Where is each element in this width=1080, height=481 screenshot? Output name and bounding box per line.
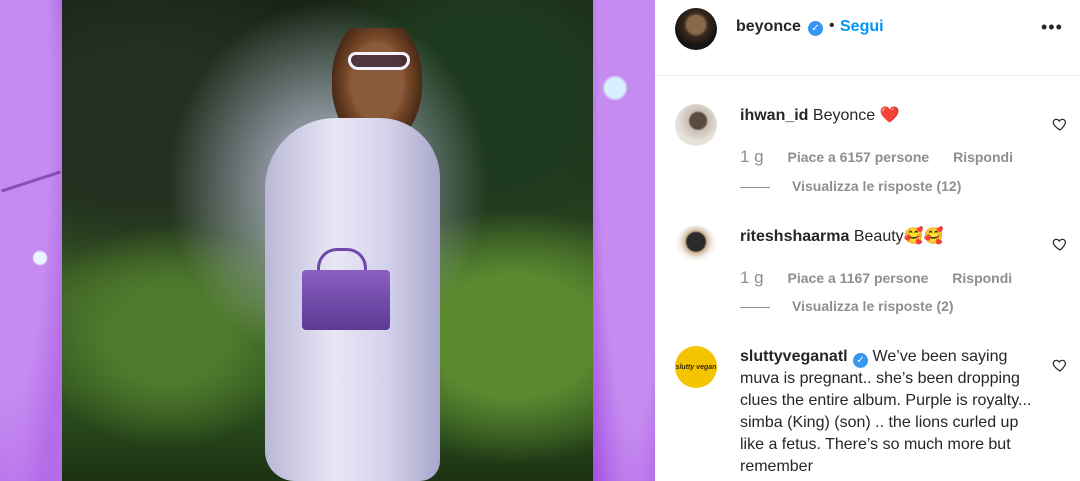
verified-badge-icon: ✓ [853, 353, 869, 368]
comment-text: Beyonce ❤️ [812, 107, 900, 124]
comment-body: sluttyveganatl ✓ We’ve been saying muva … [740, 346, 1040, 478]
comments-panel: beyonce ✓ • Segui ••• ihwan_id Beyonce ❤… [655, 0, 1080, 481]
post-image[interactable] [0, 0, 655, 481]
flower-left-image [0, 0, 62, 481]
follow-button[interactable]: Segui [840, 18, 884, 36]
more-options-icon[interactable]: ••• [1041, 17, 1063, 38]
comment-age: 1 g [740, 147, 764, 166]
comment-meta: 1 g Piace a 6157 persone Rispondi [740, 147, 1013, 167]
reply-button[interactable]: Rispondi [953, 149, 1013, 165]
comment-meta: 1 g Piace a 1167 persone Rispondi [740, 268, 1012, 288]
post-header: beyonce ✓ • Segui ••• [655, 0, 1080, 76]
replies-divider [740, 306, 770, 308]
replies-divider [740, 186, 770, 188]
verified-badge-icon: ✓ [808, 21, 823, 36]
comment-avatar[interactable] [675, 225, 717, 267]
view-replies-button[interactable]: Visualizza le risposte (12) [740, 178, 961, 194]
heart-outline-icon[interactable] [1052, 116, 1068, 132]
separator-dot: • [829, 17, 835, 34]
figure-sunglasses [348, 52, 410, 70]
avatar[interactable] [675, 8, 717, 50]
comment-likes[interactable]: Piace a 1167 persone [788, 270, 929, 286]
comment-avatar[interactable]: slutty vegan [675, 346, 717, 388]
comment-username[interactable]: riteshshaarma [740, 228, 849, 245]
comment-text: We’ve been saying muva is pregnant.. she… [740, 348, 1032, 475]
post-photo [62, 0, 593, 481]
comment-body: riteshshaarma Beauty🥰🥰 [740, 226, 1040, 248]
comment-avatar[interactable] [675, 104, 717, 146]
view-replies-label: Visualizza le risposte (12) [792, 178, 962, 194]
comment-age: 1 g [740, 268, 764, 287]
avatar-logo-text: slutty vegan [675, 363, 717, 371]
comment-text: Beauty🥰🥰 [853, 228, 944, 245]
comment-username[interactable]: ihwan_id [740, 107, 808, 124]
heart-outline-icon[interactable] [1052, 236, 1068, 252]
comment-username[interactable]: sluttyveganatl [740, 348, 848, 365]
figure-bag [302, 270, 390, 330]
reply-button[interactable]: Rispondi [952, 270, 1012, 286]
view-replies-button[interactable]: Visualizza le risposte (2) [740, 298, 954, 314]
comment-body: ihwan_id Beyonce ❤️ [740, 105, 1040, 127]
comment-likes[interactable]: Piace a 6157 persone [788, 149, 930, 165]
flower-right-image [593, 0, 655, 481]
heart-outline-icon[interactable] [1052, 357, 1068, 373]
post-username[interactable]: beyonce [736, 18, 801, 36]
view-replies-label: Visualizza le risposte (2) [792, 298, 954, 314]
